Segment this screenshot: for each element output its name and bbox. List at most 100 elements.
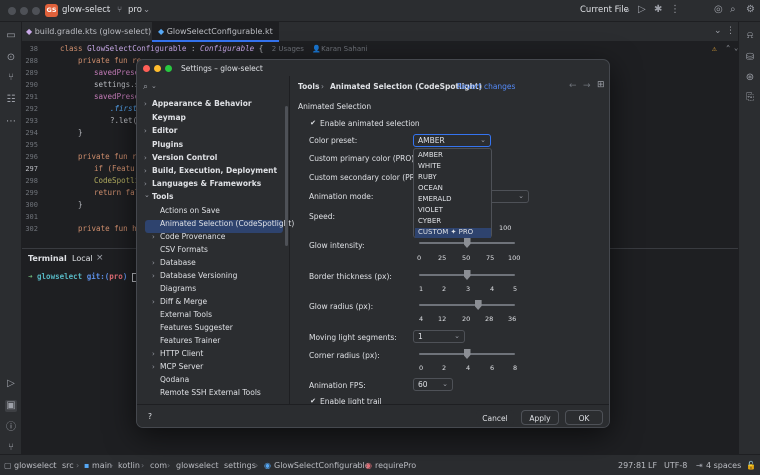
tree-item-features-trainer[interactable]: Features Trainer	[160, 336, 220, 345]
tree-item-diagrams[interactable]: Diagrams	[160, 284, 196, 293]
branch-chevron-icon[interactable]: ⌄	[143, 5, 150, 15]
breadcrumb-src[interactable]: src	[62, 461, 74, 470]
tab-build-gradle[interactable]: ◆ build.gradle.kts (glow-select)	[26, 22, 151, 42]
slider-thumb[interactable]	[463, 238, 471, 248]
expand-arrow-icon[interactable]: ›	[144, 127, 147, 135]
ai-assistant-icon[interactable]: ◎	[714, 4, 723, 16]
border-thickness-slider[interactable]	[419, 270, 515, 284]
problems-icon[interactable]: ⓘ	[5, 422, 17, 434]
structure-icon[interactable]: ☷	[5, 94, 17, 106]
breadcrumb-main[interactable]: main	[92, 461, 112, 470]
tree-item-database-versioning[interactable]: Database Versioning	[160, 271, 237, 280]
terminal-prompt[interactable]: ➜ glowselect git:(pro)	[28, 272, 137, 282]
preset-option-custom-pro[interactable]: CUSTOM ✦ PRO	[418, 228, 473, 236]
segments-combo[interactable]: 1 ⌄	[413, 330, 465, 343]
minimize-window-button[interactable]	[20, 7, 28, 15]
endpoints-icon[interactable]: ⎘	[744, 92, 756, 104]
zoom-window-button[interactable]	[32, 7, 40, 15]
tree-item-appearance[interactable]: Appearance & Behavior	[152, 99, 252, 108]
slider-thumb[interactable]	[474, 300, 482, 310]
expand-arrow-icon[interactable]: ›	[144, 180, 147, 188]
preset-option-amber[interactable]: AMBER	[418, 151, 443, 159]
expand-arrow-icon[interactable]: ›	[152, 259, 155, 267]
tree-item-tools[interactable]: Tools	[152, 192, 173, 201]
commit-icon[interactable]: ⊙	[5, 52, 17, 64]
tree-item-code-provenance[interactable]: Code Provenance	[160, 232, 225, 241]
search-icon[interactable]: ⌕	[143, 82, 148, 92]
author-hint[interactable]: Karan Sahani	[321, 45, 367, 53]
file-encoding[interactable]: UTF-8	[664, 461, 687, 470]
collapse-arrow-icon[interactable]: ⌄	[144, 191, 150, 199]
back-arrow-icon[interactable]: ←	[569, 81, 577, 91]
tree-scrollbar[interactable]	[285, 106, 288, 246]
branch-name[interactable]: pro	[128, 5, 142, 15]
project-chevron-icon[interactable]: ⌄	[105, 5, 112, 15]
dialog-minimize-button[interactable]	[154, 65, 161, 72]
expand-arrow-icon[interactable]: ›	[152, 233, 155, 241]
tree-item-build[interactable]: Build, Execution, Deployment	[152, 166, 277, 175]
version-control-icon[interactable]: ⑂	[5, 442, 17, 454]
preset-option-cyber[interactable]: CYBER	[418, 217, 441, 225]
tree-item-database[interactable]: Database	[160, 258, 196, 267]
tabs-overflow-icon[interactable]: ⌄	[714, 26, 722, 36]
breadcrumb-method[interactable]: requirePro	[375, 461, 416, 470]
breadcrumb-com[interactable]: com	[150, 461, 167, 470]
corner-radius-slider[interactable]	[419, 349, 515, 363]
tree-item-keymap[interactable]: Keymap	[152, 113, 186, 122]
database-icon[interactable]: ⛁	[744, 52, 756, 64]
tree-item-version-control[interactable]: Version Control	[152, 153, 217, 162]
tabs-menu-icon[interactable]: ⋮	[726, 26, 735, 36]
expand-arrow-icon[interactable]: ›	[144, 100, 147, 108]
cancel-button[interactable]: Cancel	[476, 410, 514, 425]
slider-thumb[interactable]	[463, 349, 471, 359]
more-actions-icon[interactable]: ⋮	[670, 4, 680, 16]
breadcrumb-glowselect[interactable]: glowselect	[176, 461, 219, 470]
git-branches-icon[interactable]: ⑂	[5, 72, 17, 84]
expand-arrow-icon[interactable]: ›	[152, 350, 155, 358]
slider-thumb[interactable]	[463, 270, 471, 280]
debug-icon[interactable]: ✱	[654, 4, 662, 16]
project-name[interactable]: glow-select	[62, 5, 110, 15]
enable-checkbox-icon[interactable]: ✔	[309, 119, 317, 127]
project-folder-icon[interactable]: ▭	[5, 30, 17, 42]
run-tool-icon[interactable]: ▷	[5, 378, 17, 390]
more-tools-icon[interactable]: ⋯	[5, 116, 17, 128]
tree-item-actions-on-save[interactable]: Actions on Save	[160, 206, 220, 215]
glow-intensity-slider[interactable]	[419, 238, 515, 252]
usages-hint[interactable]: 2 Usages	[272, 45, 304, 53]
settings-search-input[interactable]	[161, 80, 281, 92]
revert-changes-link[interactable]: Revert changes	[457, 82, 515, 91]
preset-option-emerald[interactable]: EMERALD	[418, 195, 452, 203]
color-preset-combo[interactable]: AMBER ⌄	[413, 134, 491, 147]
preset-option-violet[interactable]: VIOLET	[418, 206, 443, 214]
expand-arrow-icon[interactable]: ›	[152, 272, 155, 280]
close-window-button[interactable]	[8, 7, 16, 15]
pin-window-icon[interactable]: ⊞	[597, 80, 605, 90]
tree-item-remote-ssh[interactable]: Remote SSH External Tools	[160, 388, 261, 397]
tree-item-editor[interactable]: Editor	[152, 126, 178, 135]
breadcrumb-settings[interactable]: settings	[224, 461, 256, 470]
line-separator[interactable]: LF	[648, 461, 657, 470]
notifications-icon[interactable]: ⍾	[744, 30, 756, 42]
search-everywhere-icon[interactable]: ⌕	[730, 4, 736, 16]
run-config-chevron-icon[interactable]: ⌄	[624, 5, 631, 15]
tree-item-plugins[interactable]: Plugins	[152, 140, 183, 149]
close-tab-icon[interactable]: ×	[96, 253, 104, 263]
tree-item-external-tools[interactable]: External Tools	[160, 310, 212, 319]
tab-glowselectconfigurable[interactable]: ◆ GlowSelectConfigurable.kt	[152, 22, 279, 42]
expand-arrow-icon[interactable]: ›	[152, 363, 155, 371]
readonly-lock-icon[interactable]: 🔓	[746, 461, 756, 470]
breadcrumb-parent[interactable]: Tools	[298, 82, 319, 91]
forward-arrow-icon[interactable]: →	[583, 81, 591, 91]
terminal-tab-local[interactable]: Local	[72, 254, 93, 263]
tree-item-csv-formats[interactable]: CSV Formats	[160, 245, 208, 254]
tree-item-http-client[interactable]: HTTP Client	[160, 349, 203, 358]
expand-arrow-icon[interactable]: ›	[144, 154, 147, 162]
run-config-selector[interactable]: Current File	[580, 5, 629, 15]
enable-animated-selection-label[interactable]: Enable animated selection	[320, 119, 420, 128]
terminal-tool-icon[interactable]: ▣	[5, 400, 17, 412]
breadcrumb-project[interactable]: glowselect	[14, 461, 57, 470]
inspection-down-icon[interactable]: ⌄	[734, 44, 738, 52]
help-button[interactable]: ?	[144, 411, 156, 423]
apply-button[interactable]: Apply	[521, 410, 559, 425]
